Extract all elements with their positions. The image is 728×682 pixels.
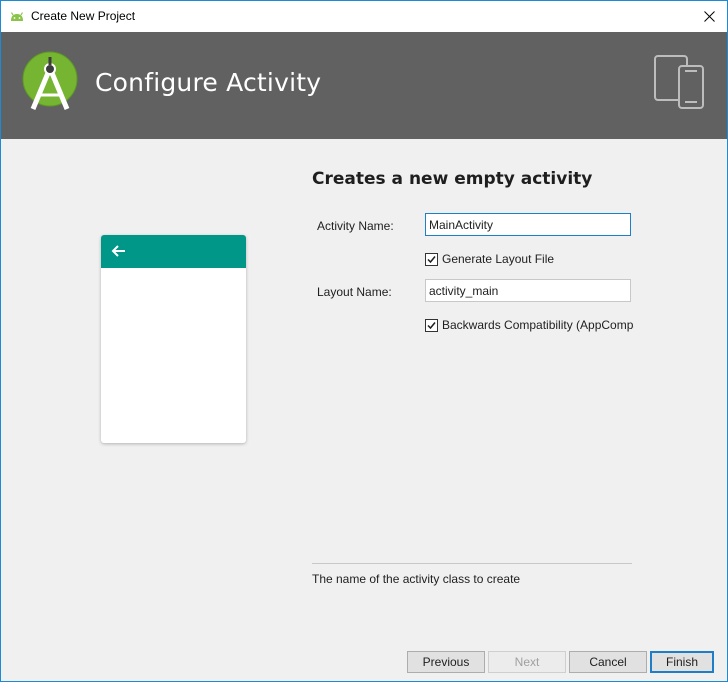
cancel-button[interactable]: Cancel bbox=[569, 651, 647, 673]
title-bar: Create New Project bbox=[1, 1, 727, 32]
divider bbox=[312, 563, 632, 564]
phone-tablet-icon bbox=[654, 55, 704, 109]
checkbox-box[interactable] bbox=[425, 252, 438, 266]
preview-app-bar bbox=[101, 235, 246, 268]
window-title: Create New Project bbox=[31, 9, 136, 23]
activity-preview bbox=[101, 235, 246, 443]
create-project-dialog: Create New Project Configure Activity Cr… bbox=[0, 0, 728, 682]
form-title: Creates a new empty activity bbox=[312, 169, 593, 189]
activity-name-input[interactable] bbox=[425, 213, 631, 236]
arrow-back-icon bbox=[111, 245, 125, 257]
close-icon bbox=[703, 11, 715, 22]
next-button[interactable]: Next bbox=[488, 651, 566, 673]
android-icon bbox=[10, 12, 24, 21]
layout-name-input[interactable] bbox=[425, 279, 631, 302]
wizard-header: Configure Activity bbox=[1, 32, 727, 139]
previous-button[interactable]: Previous bbox=[407, 651, 485, 673]
checkmark-icon bbox=[427, 255, 436, 263]
android-studio-logo-icon bbox=[22, 51, 78, 110]
finish-button[interactable]: Finish bbox=[650, 651, 714, 673]
backwards-compat-checkbox[interactable]: Backwards Compatibility (AppCompat) bbox=[425, 317, 634, 333]
layout-name-label: Layout Name: bbox=[317, 285, 392, 299]
generate-layout-label: Generate Layout File bbox=[442, 252, 555, 266]
generate-layout-checkbox[interactable]: Generate Layout File bbox=[425, 251, 634, 267]
close-button[interactable] bbox=[691, 1, 727, 32]
checkmark-icon bbox=[427, 321, 436, 329]
field-hint: The name of the activity class to create bbox=[312, 572, 521, 586]
page-heading: Configure Activity bbox=[95, 68, 322, 97]
backwards-compat-label: Backwards Compatibility (AppCompat) bbox=[442, 318, 634, 332]
checkbox-box[interactable] bbox=[425, 318, 438, 332]
activity-name-label: Activity Name: bbox=[317, 219, 394, 233]
